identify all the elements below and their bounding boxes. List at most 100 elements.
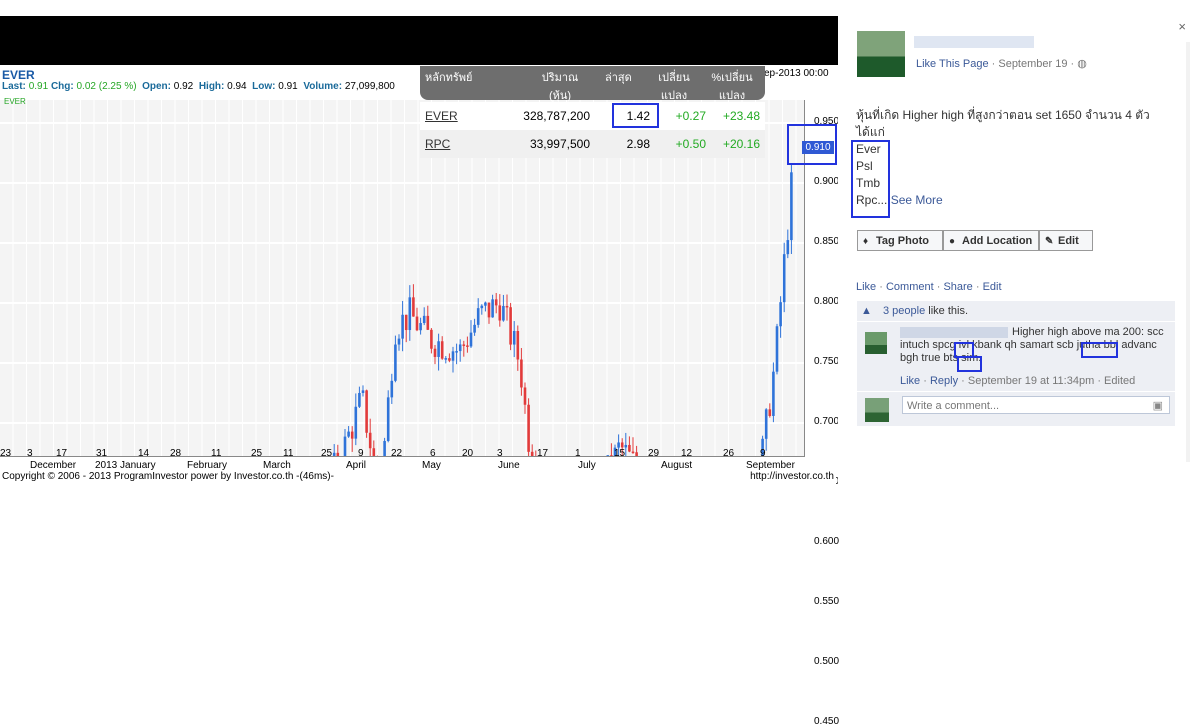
x-tick-label: 14 [138, 448, 150, 459]
edit-label: Edit [1058, 235, 1079, 247]
camera-icon[interactable]: ▣ [1153, 397, 1163, 415]
col-last: ล่าสุด [605, 72, 632, 84]
candle-body [455, 351, 458, 353]
like-page-link[interactable]: Like This Page [916, 58, 989, 70]
candle-body [790, 172, 793, 241]
highlight-last-price [612, 103, 659, 128]
post-line: ได้แก่ [856, 125, 885, 139]
candle-body [350, 431, 354, 439]
candle-body [386, 397, 390, 441]
last-value: 0.91 [28, 81, 49, 92]
candle-body [786, 240, 790, 255]
candle-body [775, 326, 779, 372]
top-strip [0, 0, 1190, 16]
scrollbar[interactable] [1186, 42, 1190, 462]
highlight-current-price [787, 124, 837, 165]
x-tick-label: 17 [56, 448, 68, 459]
x-tick-label: 28 [170, 448, 182, 459]
commenter-avatar[interactable] [865, 332, 887, 354]
comment-link[interactable]: Comment [886, 281, 934, 293]
site-link[interactable]: http://investor.co.th [750, 471, 834, 482]
likes-count-link[interactable]: 3 people [883, 305, 925, 317]
page-name-redacted[interactable] [914, 36, 1034, 48]
row-pct-change: +20.16 [722, 137, 760, 151]
like-page-line: Like This Page · September 19 · ◍ [916, 57, 1087, 70]
comment-reply-link[interactable]: Reply [930, 375, 958, 387]
highlight-stock-list [851, 140, 890, 218]
copyright-text: Copyright © 2006 - 2013 ProgramInvestor … [2, 471, 334, 482]
edit-link[interactable]: Edit [983, 281, 1002, 293]
x-tick-label: 9 [760, 448, 766, 459]
x-month-label: March [263, 460, 291, 471]
like-link[interactable]: Like [856, 281, 876, 293]
see-more-link[interactable]: See More [891, 193, 943, 207]
candle-body [764, 409, 768, 439]
stock-item: Psl [856, 159, 873, 173]
comment-like-link[interactable]: Like [900, 375, 920, 387]
candle-body [516, 330, 520, 360]
x-tick-label: 3 [27, 448, 33, 459]
close-icon[interactable]: × [1178, 19, 1186, 34]
candle-body [480, 305, 484, 309]
table-row: RPC 33,997,500 2.98 +0.50 +20.16 [420, 130, 765, 158]
candle-body [512, 330, 516, 345]
x-tick-label: 17 [537, 448, 549, 459]
comment-text: Higher high above ma 200: scc intuch spc… [900, 326, 1164, 364]
open-label: Open: [142, 81, 171, 92]
low-value: 0.91 [278, 81, 298, 92]
share-link[interactable]: Share [943, 281, 972, 293]
page-avatar[interactable] [857, 31, 905, 77]
quote-table-header: หลักทรัพย์ ปริมาณ (หุ้น) ล่าสุด เปลี่ยน … [420, 66, 765, 102]
candle-body [469, 332, 473, 347]
x-month-label: December [30, 460, 77, 471]
x-month-label: 2013 January [95, 460, 156, 471]
y-tick-label: 0.750 [814, 356, 840, 367]
post-date[interactable]: · September 19 · [992, 58, 1075, 70]
globe-icon: ◍ [1077, 58, 1087, 70]
candle-body [448, 358, 451, 361]
candle-body [433, 348, 437, 357]
col-pct-change: %เปลี่ยน แปลง [711, 72, 753, 102]
candle-body [444, 358, 448, 360]
x-month-label: April [346, 460, 367, 471]
y-tick-label: 0.900 [814, 176, 840, 187]
likes-bar: ▲ 3 people like this. [857, 301, 1175, 321]
candle-body [458, 344, 462, 352]
y-tick-label: 0.850 [814, 236, 840, 247]
tag-photo-button[interactable]: ♦ Tag Photo [857, 230, 943, 251]
location-pin-icon: ● [949, 236, 956, 247]
candle-body [394, 344, 397, 381]
x-tick-label: 31 [96, 448, 108, 459]
candle-body [404, 314, 408, 331]
post-actions: Like · Comment · Share · Edit [856, 281, 1002, 293]
thumbs-up-icon: ▲ [861, 305, 872, 317]
candle-body [368, 432, 372, 449]
candle-body [768, 409, 772, 416]
row-change: +0.27 [675, 109, 706, 123]
post-body: หุ้นที่เกิด Higher high ที่สูงกว่าตอน se… [856, 107, 1176, 209]
quote-line: Last: 0.91 Chg: 0.02 (2.25 %) Open: 0.92… [2, 81, 395, 92]
high-value: 0.94 [227, 81, 247, 92]
x-tick-label: 11 [283, 448, 294, 459]
row-symbol[interactable]: RPC [425, 130, 450, 158]
stock-item: Ever [856, 142, 881, 156]
low-label: Low: [252, 81, 276, 92]
volume-label: Volume: [303, 81, 343, 92]
row-symbol[interactable]: EVER [425, 102, 458, 130]
y-tick-label: 0.600 [814, 536, 840, 547]
y-tick-label: 0.450 [814, 716, 840, 727]
tag-icon: ♦ [863, 236, 869, 247]
stock-item: Tmb [856, 176, 880, 190]
last-stock-line: Rpc... See More [856, 192, 1176, 209]
add-location-button[interactable]: ● Add Location [943, 230, 1039, 251]
comment-input[interactable]: Write a comment... ▣ [902, 396, 1170, 414]
candle-body [527, 404, 530, 452]
edit-button[interactable]: ✎ Edit [1039, 230, 1093, 251]
candle-body [617, 442, 620, 448]
candle-body [502, 305, 505, 321]
candle-body [419, 323, 422, 331]
x-tick-label: 25 [251, 448, 263, 459]
comment-time[interactable]: September 19 at 11:34pm [968, 375, 1094, 387]
candle-body [365, 390, 368, 433]
candle-body [491, 299, 494, 318]
